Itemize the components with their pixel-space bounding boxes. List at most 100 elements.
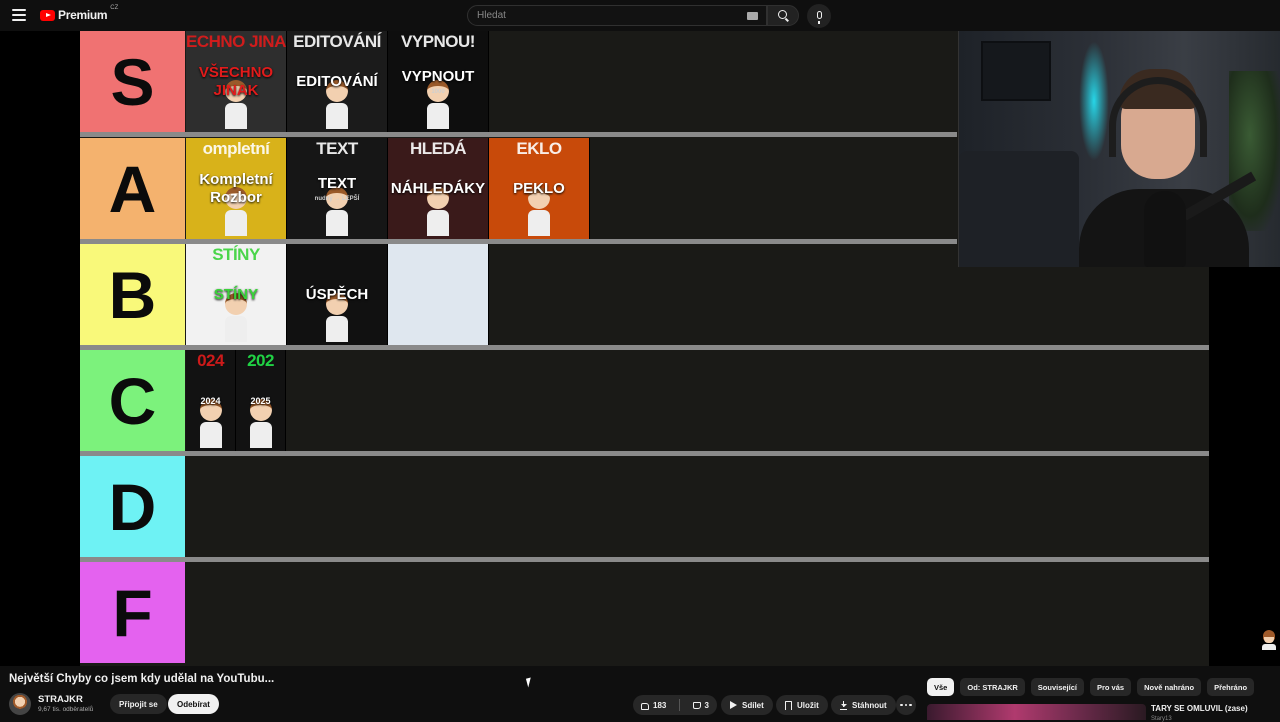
chip-5[interactable]: Přehráno [1207,678,1255,696]
tier-label: S [80,31,185,132]
tier-label: C [80,350,185,451]
download-label: Stáhnout [852,700,887,710]
recommended-video-title[interactable]: TARY SE OMLUVIL (zase) [1151,704,1248,713]
thumbnail-subtext: 1000 [431,89,445,95]
thumbnail-title: ÚSPĚCH [305,285,369,303]
search-input[interactable] [477,10,737,21]
tier-row-s: S ECHNO JINAK VŠECHNO JINAK EDITOVÁNÍ EDITOV… [80,31,957,137]
save-label: Uložit [797,700,819,710]
tier-row-f: F [80,562,1209,666]
like-button[interactable]: 183 [633,695,674,715]
thumbs-up-icon [641,702,649,710]
more-actions-button[interactable] [896,695,916,715]
tier-thumbnail[interactable]: ÚSPĚCH [287,244,388,345]
thumbnail-title: VŠECHNO JINAK [198,63,274,99]
chip-4[interactable]: Nově nahráno [1137,678,1202,696]
thumbnail-title: NÁHLEDÁKY [390,179,486,197]
channel-watermark[interactable] [1260,630,1278,652]
chip-1[interactable]: Od: STRAJKR [960,678,1025,696]
search-box [467,5,767,26]
tier-thumbnail[interactable]: ECHNO JINAK VŠECHNO JINAK [186,31,287,132]
thumbnail-title: STÍNY [213,285,259,303]
character-figure [324,187,350,236]
tier-row-d: D [80,456,1209,562]
tier-row-a: Aompletní Kompletní Rozbor TEXT TEXT nudný →… [80,138,957,244]
voice-search-button[interactable] [807,4,831,28]
menu-icon[interactable] [12,8,26,22]
subscriber-count: 9,67 tis. odběratelů [38,706,94,713]
thumbnail-title: VYPNOUT [401,68,475,85]
tier-thumbnail[interactable]: 202 2025 [236,350,286,451]
thumbnail-top-text: EKLO [516,139,562,158]
tier-label: D [80,456,185,557]
share-icon [730,701,737,709]
tier-thumbnail[interactable]: 024 2024 [186,350,236,451]
bookmark-icon [785,700,792,710]
thumbnail-title: 2025 [250,395,271,406]
webcam-overlay [958,31,1280,267]
tier-thumbnails: ompletní Kompletní Rozbor TEXT TEXT nudný → … [186,138,590,239]
dislike-count: 3 [704,700,709,710]
logo-country: CZ [110,5,119,11]
channel-name[interactable]: STRAJKR [38,694,83,705]
dislike-button[interactable]: 3 [685,695,717,715]
save-button[interactable]: Uložit [776,695,828,715]
tier-thumbnail[interactable]: HLEDÁ NÁHLEDÁKY [388,138,489,239]
share-button[interactable]: Sdílet [721,695,773,715]
thumbnail-top-text: HLEDÁ [409,139,467,158]
search-button[interactable] [767,5,799,26]
thumbnail-title: 2024 [200,395,221,406]
tier-thumbnails: STÍNY STÍNY ÚSPĚCH [186,244,489,345]
thumbnail-top-text: ECHNO JINAK [186,32,287,51]
thumbnail-title: Kompletní Rozbor [199,170,273,206]
thumbnail-top-text: TEXT [316,139,358,158]
microphone-icon [816,11,822,24]
thumbnail-top-text: 024 [197,351,224,370]
chip-3[interactable]: Pro vás [1089,678,1132,696]
thumbnail-title: TEXT [317,175,357,192]
thumbnail-top-text: 202 [247,351,274,370]
tier-thumbnail[interactable]: VYPNOU! VYPNOUT 1000 [388,31,489,132]
tier-thumbnails: 024 2024 202 2025 [186,350,286,451]
tier-label: B [80,244,185,345]
youtube-logo-icon [40,9,55,21]
join-button[interactable]: Připojit se [110,694,167,714]
thumbnail-top-text: ompletní [202,139,270,158]
tier-label: A [80,138,185,239]
channel-avatar[interactable] [9,693,31,715]
youtube-premium-logo[interactable]: Premium CZ [40,5,119,22]
video-details: Největší Chyby co jsem kdy udělal na You… [0,666,1280,722]
share-label: Sdílet [742,700,764,710]
like-count: 183 [653,700,667,710]
mouse-cursor [525,677,534,688]
tier-thumbnail[interactable] [388,244,489,345]
subscribe-button[interactable]: Odebírat [168,694,219,714]
top-bar: Premium CZ [0,0,1280,31]
tier-thumbnails: ECHNO JINAK VŠECHNO JINAK EDITOVÁNÍ EDITOVÁ… [186,31,489,132]
microphone [1144,191,1186,267]
chip-2[interactable]: Související [1030,678,1084,696]
thumbnail-title: PEKLO [513,179,565,197]
tier-thumbnail[interactable]: TEXT TEXT nudný → LEPŠÍ [287,138,388,239]
recommended-video-thumbnail[interactable] [927,704,1146,720]
video-title: Největší Chyby co jsem kdy udělal na You… [9,673,275,685]
thumbnail-title: EDITOVÁNÍ [296,72,378,90]
thumbnail-top-text: EDITOVÁNÍ [293,32,381,51]
thumbs-down-icon [692,701,701,709]
tier-thumbnail[interactable]: STÍNY STÍNY [186,244,287,345]
chip-0[interactable]: Vše [927,678,955,696]
character-figure [425,80,451,129]
video-player[interactable]: S ECHNO JINAK VŠECHNO JINAK EDITOVÁNÍ EDITOV… [0,31,1280,666]
thumbnail-subtext: nudný → LEPŠÍ [314,196,360,202]
search-icon [777,10,787,19]
tier-label: F [80,562,185,663]
thumbnail-top-text: STÍNY [212,245,260,264]
like-dislike-group: 183 3 [633,695,717,715]
logo-text: Premium [58,8,108,22]
tier-thumbnail[interactable]: ompletní Kompletní Rozbor [186,138,287,239]
keyboard-icon[interactable] [747,12,758,20]
tier-thumbnail[interactable]: EDITOVÁNÍ EDITOVÁNÍ [287,31,388,132]
tier-row-c: C 024 2024 202 2025 [80,350,1209,456]
download-button[interactable]: Stáhnout [831,695,896,715]
tier-thumbnail[interactable]: EKLO PEKLO [489,138,590,239]
